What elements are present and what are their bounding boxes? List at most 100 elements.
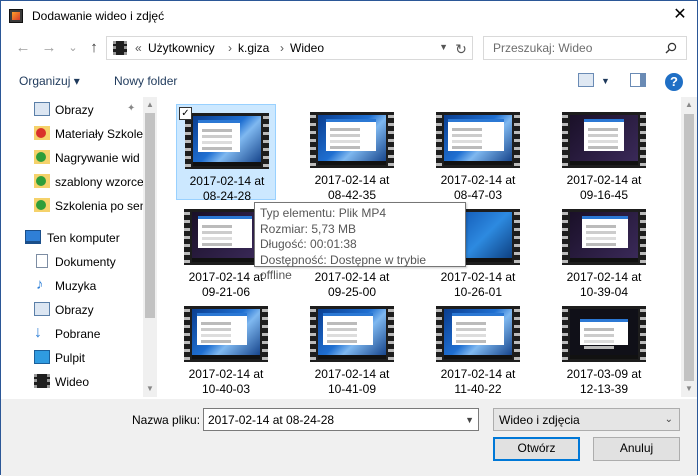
tooltip-size: Rozmiar: 5,73 MB — [260, 221, 357, 236]
scroll-up-arrow-icon[interactable]: ▲ — [682, 98, 696, 112]
forward-button[interactable]: → — [40, 39, 58, 57]
sidebar-item-muzyka[interactable]: ♪ Muzyka — [1, 274, 146, 298]
address-bar[interactable]: « Użytkownicy › k.giza › Wideo ▼ ↻ — [106, 36, 473, 60]
file-item[interactable]: 2017-02-14 at 10-40-03 — [176, 298, 276, 396]
file-name: 2017-02-14 at 10-40-03 — [188, 367, 264, 396]
folder-error-icon — [34, 126, 50, 140]
open-button[interactable]: Otwórz — [493, 437, 580, 461]
file-name: 2017-02-14 at 10-39-04 — [566, 270, 642, 299]
folder-synced-icon — [34, 174, 50, 188]
breadcrumb-user[interactable]: k.giza — [238, 41, 269, 55]
scroll-down-arrow-icon[interactable]: ▼ — [143, 382, 157, 396]
desktop-icon — [34, 350, 50, 364]
organize-button[interactable]: Organizuj ▾ — [19, 74, 80, 88]
sidebar-item-obrazy-quick[interactable]: Obrazy ✦ — [1, 98, 146, 122]
search-box[interactable]: Przeszukaj: Wideo — [483, 36, 687, 60]
chevron-down-icon[interactable]: ▼ — [439, 42, 448, 52]
help-icon[interactable]: ? — [665, 73, 683, 91]
video-thumbnail — [562, 112, 646, 168]
navigation-bar: ← → ⌄ ↑ « Użytkownicy › k.giza › Wideo ▼… — [1, 35, 697, 63]
filename-input[interactable]: 2017-02-14 at 08-24-28 ▼ — [203, 408, 479, 431]
video-thumbnail — [436, 112, 520, 168]
file-list-scrollbar-thumb[interactable] — [684, 114, 694, 381]
file-name: 2017-02-14 at 11-40-22 — [440, 367, 516, 396]
filename-label: Nazwa pliku: — [132, 413, 201, 427]
view-options-icon[interactable] — [578, 73, 594, 87]
video-thumbnail — [562, 306, 646, 362]
folder-synced-icon — [34, 150, 50, 164]
up-button[interactable]: ↑ — [85, 39, 103, 57]
breadcrumb-videos[interactable]: Wideo — [290, 41, 324, 55]
videos-folder-icon — [113, 41, 127, 55]
window-title: Dodawanie wideo i zdjęć — [32, 9, 165, 23]
file-open-dialog: Dodawanie wideo i zdjęć ✕ ← → ⌄ ↑ « Użyt… — [0, 0, 698, 476]
filetype-value: Wideo i zdjęcia — [499, 413, 580, 427]
sidebar-item-pobrane[interactable]: ↓ Pobrane — [1, 322, 146, 346]
dialog-footer: Nazwa pliku: 2017-02-14 at 08-24-28 ▼ Wi… — [1, 399, 697, 476]
sidebar-item-szablony[interactable]: szablony wzorce — [1, 170, 146, 194]
checkbox-checked-icon[interactable]: ✓ — [179, 107, 192, 120]
file-name: 2017-02-14 at 08-24-28 — [189, 174, 265, 203]
file-item[interactable]: 2017-03-09 at 12-13-39 — [554, 298, 654, 396]
file-item[interactable]: 2017-02-14 at 08-42-35 — [302, 104, 402, 202]
sidebar-item-nagrywanie[interactable]: Nagrywanie wid — [1, 146, 146, 170]
file-item[interactable]: 2017-02-14 at 09-16-45 — [554, 104, 654, 202]
filename-value[interactable]: 2017-02-14 at 08-24-28 — [208, 413, 334, 427]
back-button[interactable]: ← — [14, 39, 32, 57]
folder-synced-icon — [34, 198, 50, 212]
documents-icon — [36, 254, 48, 268]
file-name: 2017-02-14 at 10-41-09 — [314, 367, 390, 396]
filetype-select[interactable]: Wideo i zdjęcia ⌄ — [493, 408, 680, 431]
sidebar-item-wideo[interactable]: Wideo — [1, 370, 146, 394]
computer-icon — [25, 230, 41, 244]
pictures-icon — [34, 102, 50, 116]
chevron-down-icon[interactable]: ▼ — [601, 76, 610, 86]
scroll-up-arrow-icon[interactable]: ▲ — [143, 98, 157, 112]
videos-icon — [34, 374, 50, 388]
video-thumbnail — [436, 306, 520, 362]
video-thumbnail — [310, 306, 394, 362]
search-input[interactable]: Przeszukaj: Wideo — [493, 41, 592, 55]
scroll-down-arrow-icon[interactable]: ▼ — [682, 382, 696, 396]
breadcrumb-separator[interactable]: › — [228, 41, 232, 55]
preview-pane-icon[interactable] — [630, 73, 646, 87]
file-item[interactable]: 2017-02-14 at 08-47-03 — [428, 104, 528, 202]
file-item[interactable]: 2017-02-14 at 10-41-09 — [302, 298, 402, 396]
chevron-down-icon[interactable]: ⌄ — [665, 414, 673, 425]
command-bar: Organizuj ▾ Nowy folder ▼ ? — [1, 68, 697, 96]
new-folder-button[interactable]: Nowy folder — [114, 74, 177, 88]
sidebar-scrollbar-thumb[interactable] — [145, 113, 155, 318]
cancel-button[interactable]: Anuluj — [593, 437, 680, 461]
file-name: 2017-03-09 at 12-13-39 — [566, 367, 642, 396]
recent-locations-button[interactable]: ⌄ — [64, 39, 82, 57]
breadcrumb-overflow[interactable]: « — [135, 41, 142, 55]
file-item[interactable]: 2017-02-14 at 10-39-04 — [554, 201, 654, 299]
file-name: 2017-02-14 at 09-16-45 — [566, 173, 642, 202]
sidebar-item-obrazy[interactable]: Obrazy — [1, 298, 146, 322]
tooltip-length: Długość: 00:01:38 — [260, 237, 357, 251]
search-icon[interactable] — [665, 42, 677, 54]
breadcrumb-users[interactable]: Użytkownicy — [148, 41, 215, 55]
close-button[interactable]: ✕ — [667, 3, 693, 27]
app-film-icon — [9, 9, 23, 23]
title-bar: Dodawanie wideo i zdjęć ✕ — [1, 1, 697, 31]
video-thumbnail — [562, 209, 646, 265]
sidebar-item-ten-komputer[interactable]: Ten komputer — [1, 226, 146, 250]
navigation-pane: Obrazy ✦ Materiały Szkole Nagrywanie wid… — [1, 97, 156, 397]
sidebar-item-dokumenty[interactable]: Dokumenty — [1, 250, 146, 274]
file-item[interactable]: ✓ 2017-02-14 at 08-24-28 — [176, 104, 276, 203]
video-thumbnail — [185, 113, 269, 169]
chevron-down-icon[interactable]: ▼ — [465, 415, 474, 425]
pin-icon[interactable]: ✦ — [127, 103, 135, 114]
file-name: 2017-02-14 at 08-47-03 — [440, 173, 516, 202]
sidebar-item-pulpit[interactable]: Pulpit — [1, 346, 146, 370]
refresh-button[interactable]: ↻ — [452, 40, 470, 58]
file-item[interactable]: 2017-02-14 at 11-40-22 — [428, 298, 528, 396]
breadcrumb-separator[interactable]: › — [280, 41, 284, 55]
sidebar-item-szkolenia[interactable]: Szkolenia po sen — [1, 194, 146, 218]
tooltip-type: Typ elementu: Plik MP4 — [260, 206, 387, 220]
video-thumbnail — [310, 112, 394, 168]
file-info-tooltip: Typ elementu: Plik MP4 Rozmiar: 5,73 MB … — [254, 202, 466, 282]
pictures-icon — [34, 302, 50, 316]
sidebar-item-materialy[interactable]: Materiały Szkole — [1, 122, 146, 146]
